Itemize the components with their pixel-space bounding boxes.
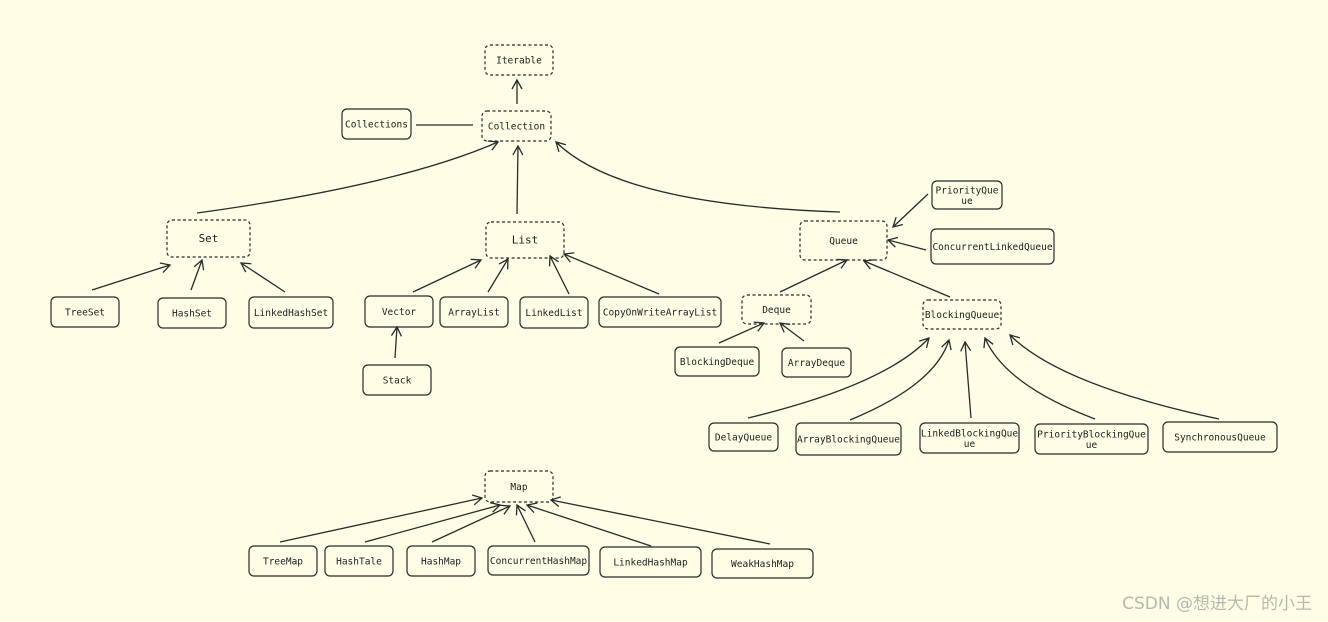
node-label: LinkedList xyxy=(525,308,582,319)
node-linkedblockingqueue: LinkedBlockingQue ue xyxy=(919,422,1020,454)
node-label: HashMap xyxy=(421,557,461,568)
node-label: LinkedHashSet xyxy=(254,308,328,319)
node-label: HashSet xyxy=(172,309,212,320)
node-label: PriorityQue ue xyxy=(936,185,999,207)
node-hashset: HashSet xyxy=(157,297,227,329)
edge-delayqueue-to-blockingqueue xyxy=(747,337,930,419)
edge-arraylist-to-list xyxy=(487,257,509,293)
node-priorityqueue: PriorityQue ue xyxy=(931,180,1003,210)
node-treemap: TreeMap xyxy=(248,545,318,577)
edge-arraydeque-to-deque xyxy=(778,322,805,342)
diagram-canvas: Iterable Collection Collections Set List Queu… xyxy=(0,0,1328,622)
edge-linkedblockingqueue-to-blockingqueue xyxy=(960,340,972,419)
node-label: ArrayDeque xyxy=(788,358,845,369)
node-arraydeque: ArrayDeque xyxy=(781,347,852,378)
node-label: Stack xyxy=(383,376,412,387)
node-label: Collections xyxy=(345,120,408,131)
edge-concurrentlinkedqueue-to-queue xyxy=(886,236,927,251)
edge-vector-to-list xyxy=(412,258,483,293)
node-linkedhashset: LinkedHashSet xyxy=(248,296,334,329)
edge-priorityblockingqueue-to-blockingqueue xyxy=(983,336,1096,420)
edge-treeset-to-set xyxy=(91,262,172,291)
edge-weakhashmap-to-map xyxy=(549,496,771,545)
edge-set-to-collection xyxy=(196,140,500,214)
node-arraylist: ArrayList xyxy=(439,296,509,328)
node-weakhashmap: WeakHashMap xyxy=(711,548,814,579)
node-queue: Queue xyxy=(799,220,888,261)
node-label: ConcurrentHashMap xyxy=(490,556,588,567)
node-label: Iterable xyxy=(496,56,542,67)
node-synchronousqueue: SynchronousQueue xyxy=(1162,421,1278,453)
node-label: DelayQueue xyxy=(715,433,772,444)
node-iterable: Iterable xyxy=(484,44,554,76)
node-label: BlockingDeque xyxy=(680,357,755,368)
node-linkedlist: LinkedList xyxy=(519,296,589,329)
node-concurrentlinkedqueue: ConcurrentLinkedQueue xyxy=(930,228,1055,265)
watermark: CSDN @想进大厂的小王 xyxy=(1122,594,1312,614)
node-arrayblockingqueue: ArrayBlockingQueue xyxy=(795,422,902,456)
node-label: LinkedBlockingQue ue xyxy=(921,428,1019,450)
node-hashmap: HashMap xyxy=(406,545,476,577)
node-vector: Vector xyxy=(364,295,434,328)
node-label: WeakHashMap xyxy=(731,559,794,570)
node-label: Vector xyxy=(382,307,417,318)
collection-hierarchy-diagram: Iterable Collection Collections Set List Queu… xyxy=(50,44,1278,579)
node-label: BlockingQueue xyxy=(925,310,1000,321)
node-blockingqueue: BlockingQueue xyxy=(922,299,1002,330)
node-label: ArrayList xyxy=(448,308,499,319)
edge-treemap-to-map xyxy=(279,494,484,543)
node-stack: Stack xyxy=(362,364,432,396)
node-label: TreeSet xyxy=(65,308,105,319)
node-label: CopyOnWriteArrayList xyxy=(603,308,717,319)
edge-copyonwritearraylist-to-list xyxy=(562,252,660,295)
node-label: TreeMap xyxy=(263,557,303,568)
edge-blockingqueue-to-queue xyxy=(862,259,951,298)
edge-priorityqueue-to-queue xyxy=(892,193,929,228)
node-label: Deque xyxy=(762,305,791,316)
node-linkedhashmap: LinkedHashMap xyxy=(599,546,702,578)
edge-hashmap-to-map xyxy=(431,504,512,543)
node-concurrenthashmap: ConcurrentHashMap xyxy=(487,545,590,576)
node-label: PriorityBlockingQue ue xyxy=(1037,429,1146,451)
edge-synchronousqueue-to-blockingqueue xyxy=(1009,334,1220,420)
node-deque: Deque xyxy=(741,294,812,325)
edge-linkedhashset-to-set xyxy=(239,262,286,293)
node-copyonwritearraylist: CopyOnWriteArrayList xyxy=(598,296,722,328)
node-map: Map xyxy=(484,470,554,503)
edge-blockingdeque-to-deque xyxy=(718,321,766,344)
node-label: Queue xyxy=(829,236,858,247)
edge-linkedhashmap-to-map xyxy=(525,502,652,547)
node-label: Map xyxy=(510,482,527,493)
node-blockingdeque: BlockingDeque xyxy=(674,346,760,377)
edge-hashset-to-set xyxy=(190,258,205,291)
node-label: HashTale xyxy=(336,557,382,568)
node-label: ArrayBlockingQueue xyxy=(797,435,900,446)
node-label: Collection xyxy=(488,122,545,133)
node-label: ConcurrentLinkedQueue xyxy=(932,242,1052,253)
node-label: LinkedHashMap xyxy=(613,558,688,569)
node-list: List xyxy=(485,221,565,259)
node-delayqueue: DelayQueue xyxy=(708,422,779,452)
node-label: SynchronousQueue xyxy=(1174,433,1266,444)
node-treeset: TreeSet xyxy=(50,296,120,328)
edge-list-to-collection xyxy=(512,144,524,215)
edge-hashtale-to-map xyxy=(364,501,502,543)
edge-concurrenthashmap-to-map xyxy=(515,503,536,543)
node-collections: Collections xyxy=(341,108,412,140)
node-priorityblockingqueue: PriorityBlockingQue ue xyxy=(1034,423,1149,455)
node-label: List xyxy=(512,234,539,247)
edge-linkedlist-to-list xyxy=(548,254,570,295)
node-hashtale: HashTale xyxy=(324,545,394,577)
node-collection: Collection xyxy=(481,110,552,142)
node-label: Set xyxy=(199,232,219,245)
edge-deque-to-queue xyxy=(779,258,849,293)
node-set: Set xyxy=(166,219,251,258)
edge-queue-to-collection xyxy=(555,141,841,213)
edge-stack-to-vector xyxy=(390,325,402,359)
